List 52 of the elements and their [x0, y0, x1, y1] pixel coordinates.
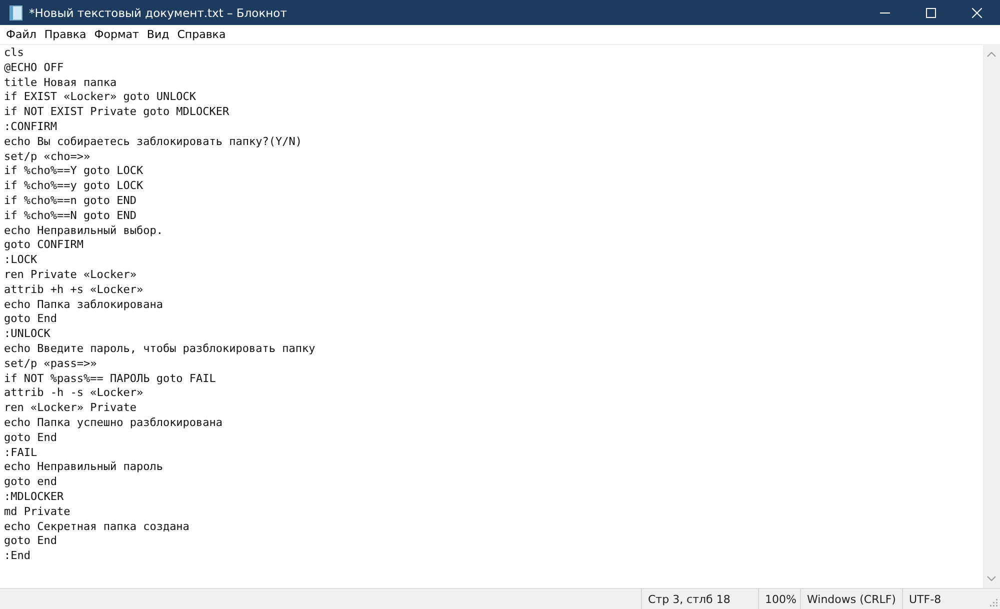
notepad-icon	[9, 4, 23, 20]
code-line: cls	[4, 46, 25, 61]
code-line: goto end	[4, 475, 58, 490]
code-line: if %cho%==y goto LOCK	[4, 179, 144, 194]
menu-item[interactable]: Вид	[142, 28, 174, 40]
scroll-down-icon[interactable]	[987, 576, 996, 582]
close-icon[interactable]	[972, 8, 982, 18]
window-title: *Новый текстовый документ.txt – Блокнот	[29, 6, 288, 20]
resize-grip-icon[interactable]	[988, 597, 998, 607]
code-line: echo Неправильный выбор.	[4, 224, 164, 238]
code-line: ren «Locker» Private	[4, 401, 138, 416]
code-line: goto CONFIRM	[4, 238, 84, 254]
code-line: goto End	[4, 430, 58, 446]
code-line: :UNLOCK	[4, 327, 52, 342]
code-line: :End	[4, 549, 32, 564]
menu-item[interactable]: Справка	[173, 28, 230, 40]
menu-item[interactable]: Правка	[40, 28, 90, 40]
zoom-level: 100%	[758, 589, 800, 609]
code-line: @ECHO OFF	[4, 60, 65, 76]
vertical-scrollbar[interactable]	[983, 45, 1000, 588]
code-line: if %cho%==N goto END	[4, 208, 138, 224]
code-line: md Private	[4, 504, 72, 520]
code-line: echo Неправильный пароль	[4, 460, 164, 476]
code-line: echo Вы собираетесь заблокировать папку?(Y/N)	[4, 134, 304, 150]
code-line: set/p «pass=>»	[4, 356, 98, 372]
code-line: attrib -h -s «Locker»	[4, 386, 144, 402]
code-line: goto End	[4, 534, 58, 550]
maximize-icon[interactable]	[926, 8, 936, 18]
code-line: if NOT %pass%== ПАРОЛЬ goto FAIL	[4, 372, 217, 386]
line-endings: Windows (CRLF)	[800, 589, 902, 609]
code-line: echo Папка заблокирована	[4, 298, 164, 312]
code-line: if %cho%==Y goto LOCK	[4, 164, 144, 180]
code-line: :MDLOCKER	[4, 490, 65, 505]
scroll-up-icon[interactable]	[987, 51, 996, 57]
code-line: echo Секретная папка создана	[4, 520, 190, 534]
code-line: :LOCK	[4, 253, 38, 268]
code-line: :FAIL	[4, 446, 38, 460]
cursor-position: Стр 3, стлб 18	[641, 589, 758, 609]
code-line: goto End	[4, 312, 58, 328]
code-line: title Новая папка	[4, 76, 118, 90]
menu-item[interactable]: Формат	[90, 28, 143, 40]
code-line: set/p «cho=>»	[4, 150, 92, 164]
code-line: attrib +h +s «Locker»	[4, 282, 144, 298]
code-line: if NOT EXIST Private goto MDLOCKER	[4, 105, 230, 120]
code-line: :CONFIRM	[4, 120, 58, 135]
menu-item[interactable]: Файл	[2, 28, 40, 40]
code-line: echo Введите пароль, чтобы разблокировать папку	[4, 342, 316, 357]
encoding: UTF-8	[902, 589, 982, 609]
code-line: if %cho%==n goto END	[4, 194, 138, 209]
code-line: ren Private «Locker»	[4, 268, 138, 283]
code-line: echo Папка успешно разблокирована	[4, 416, 224, 431]
code-line: if EXIST «Locker» goto UNLOCK	[4, 90, 198, 106]
